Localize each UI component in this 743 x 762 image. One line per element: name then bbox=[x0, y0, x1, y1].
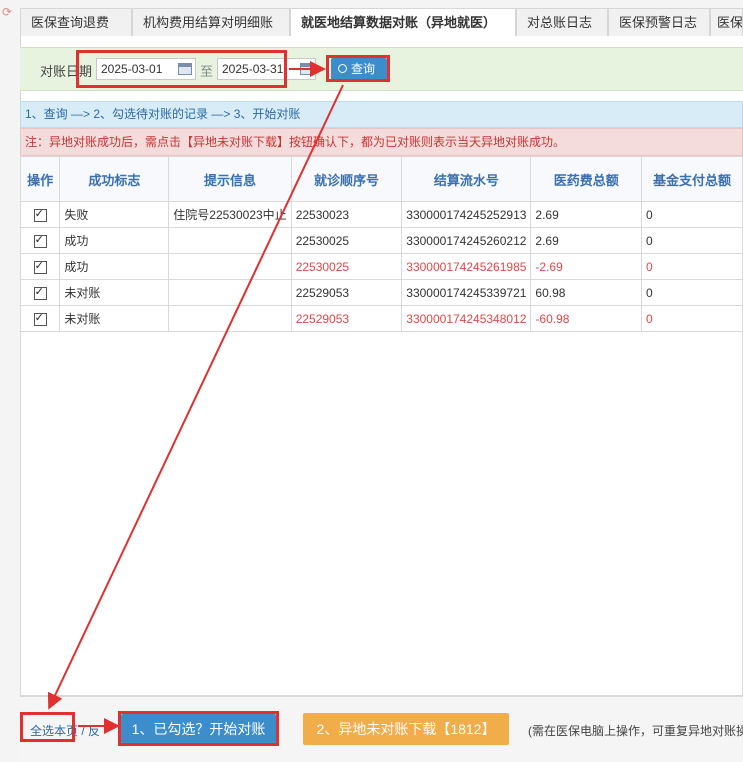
col-header-total[interactable]: 医药费总额 bbox=[530, 156, 643, 202]
select-invert-label: 反 bbox=[88, 724, 101, 738]
visit-no-cell: 22529053 bbox=[290, 305, 403, 332]
footer-hint: (需在医保电脑上操作，可重复异地对账操 bbox=[528, 724, 743, 738]
footer-toolbar: 全选本页 / 反 1、已勾选？开始对账 2、异地未对账下载【1812】 (需在医… bbox=[20, 696, 743, 762]
info-cell bbox=[168, 279, 292, 306]
status-cell: 成功 bbox=[59, 227, 170, 254]
total-cell: -2.69 bbox=[530, 253, 643, 280]
steps-guide: 1、查询 —> 2、勾选待对账的记录 —> 3、开始对账 bbox=[20, 101, 743, 128]
row-checkbox-cell[interactable] bbox=[19, 253, 61, 280]
table-row[interactable]: 成功 22530025330000174245261985-2.690 bbox=[19, 253, 743, 280]
info-cell bbox=[168, 253, 292, 280]
tab-total-log[interactable]: 对总账日志 bbox=[516, 8, 608, 36]
checkbox-checked-icon[interactable] bbox=[33, 233, 47, 248]
visit-no-cell: 22530025 bbox=[290, 253, 403, 280]
col-header-serial[interactable]: 结算流水号 bbox=[401, 156, 532, 202]
fund-cell: 0 bbox=[641, 279, 743, 306]
serial-cell: 330000174245252913 bbox=[401, 201, 532, 228]
col-header-visit-no[interactable]: 就诊顺序号 bbox=[290, 156, 403, 202]
status-cell: 未对账 bbox=[59, 279, 170, 306]
calendar-icon[interactable] bbox=[178, 63, 192, 75]
fund-cell: 0 bbox=[641, 305, 743, 332]
row-checkbox-cell[interactable] bbox=[19, 201, 61, 228]
search-icon bbox=[338, 64, 347, 73]
date-label: 对账日期 bbox=[40, 64, 93, 79]
row-checkbox-cell[interactable] bbox=[19, 279, 61, 306]
fund-cell: 0 bbox=[641, 253, 743, 280]
total-cell: 2.69 bbox=[530, 227, 643, 254]
query-button[interactable]: 查询 bbox=[331, 58, 387, 80]
query-button-label: 查询 bbox=[351, 62, 376, 76]
serial-cell: 330000174245261985 bbox=[401, 253, 532, 280]
table-row[interactable]: 未对账 2252905333000017424533972160.980 bbox=[19, 279, 743, 306]
checkbox-checked-icon[interactable] bbox=[33, 207, 47, 222]
start-reconcile-button[interactable]: 1、已勾选？开始对账 bbox=[121, 714, 276, 744]
serial-cell: 330000174245348012 bbox=[401, 305, 532, 332]
select-separator: / bbox=[81, 724, 85, 738]
fund-cell: 0 bbox=[641, 201, 743, 228]
select-all-link[interactable]: 全选本页 / 反 bbox=[30, 722, 100, 739]
col-header-fund[interactable]: 基金支付总额 bbox=[641, 156, 743, 202]
col-header-status[interactable]: 成功标志 bbox=[59, 156, 170, 202]
status-cell: 失败 bbox=[59, 201, 170, 228]
calendar-icon[interactable] bbox=[300, 63, 314, 75]
row-checkbox-cell[interactable] bbox=[19, 305, 61, 332]
notice-text: 注：异地对账成功后，需点击【异地未对账下载】按钮确认下，都为已对账则表示当天异地… bbox=[20, 128, 743, 156]
col-header-info[interactable]: 提示信息 bbox=[168, 156, 292, 202]
serial-cell: 330000174245260212 bbox=[401, 227, 532, 254]
status-cell: 未对账 bbox=[59, 305, 170, 332]
visit-no-cell: 22530025 bbox=[290, 227, 403, 254]
visit-no-cell: 22530023 bbox=[290, 201, 403, 228]
remote-download-button[interactable]: 2、异地未对账下载【1812】 bbox=[303, 713, 509, 745]
info-cell: 住院号22530023中止 bbox=[168, 201, 292, 228]
settlement-table: 操作 成功标志 提示信息 就诊顺序号 结算流水号 医药费总额 基金支付总额 失败… bbox=[19, 156, 743, 332]
tab-remote-settlement[interactable]: 就医地结算数据对账（异地就医） bbox=[290, 8, 516, 37]
status-cell: 成功 bbox=[59, 253, 170, 280]
tab-insurance-refund[interactable]: 医保查询退费 bbox=[20, 8, 132, 36]
table-row[interactable]: 成功 225300253300001742452602122.690 bbox=[19, 227, 743, 254]
checkbox-checked-icon[interactable] bbox=[33, 311, 47, 326]
total-cell: 2.69 bbox=[530, 201, 643, 228]
row-checkbox-cell[interactable] bbox=[19, 227, 61, 254]
table-row[interactable]: 失败住院号22530023中止2253002333000017424525291… bbox=[19, 201, 743, 228]
tab-overflow[interactable]: 医保 bbox=[710, 8, 743, 36]
checkbox-checked-icon[interactable] bbox=[33, 259, 47, 274]
tab-institution-detail[interactable]: 机构费用结算对明细账 bbox=[132, 8, 290, 36]
visit-no-cell: 22529053 bbox=[290, 279, 403, 306]
checkbox-checked-icon[interactable] bbox=[33, 285, 47, 300]
serial-cell: 330000174245339721 bbox=[401, 279, 532, 306]
tab-warning-log[interactable]: 医保预警日志 bbox=[608, 8, 710, 36]
search-bar: 对账日期 2025-03-01 至 2025-03-31 查询 bbox=[20, 47, 743, 91]
info-cell bbox=[168, 227, 292, 254]
select-all-label: 全选本页 bbox=[30, 724, 79, 738]
table-row[interactable]: 未对账 22529053330000174245348012-60.980 bbox=[19, 305, 743, 332]
info-cell bbox=[168, 305, 292, 332]
date-separator: 至 bbox=[200, 64, 214, 79]
total-cell: 60.98 bbox=[530, 279, 643, 306]
tab-bar: 医保查询退费 机构费用结算对明细账 就医地结算数据对账（异地就医） 对总账日志 … bbox=[20, 8, 743, 37]
col-header-action[interactable]: 操作 bbox=[19, 156, 61, 202]
table-header-row: 操作 成功标志 提示信息 就诊顺序号 结算流水号 医药费总额 基金支付总额 bbox=[19, 156, 743, 202]
reload-icon[interactable]: ⟳ bbox=[2, 6, 14, 18]
total-cell: -60.98 bbox=[530, 305, 643, 332]
fund-cell: 0 bbox=[641, 227, 743, 254]
